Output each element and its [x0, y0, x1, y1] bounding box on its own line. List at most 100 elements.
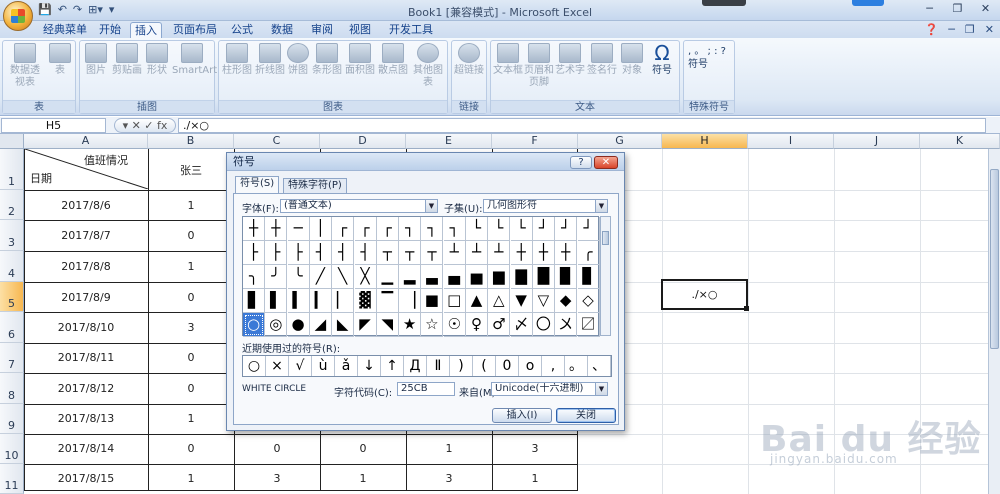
symbol-cell[interactable]: ▽ [532, 289, 555, 313]
symbol-cell[interactable]: ▔ [376, 289, 399, 313]
ribbon-minimize-icon[interactable]: ─ [948, 23, 955, 36]
value-cell[interactable]: 1 [148, 412, 234, 425]
object-button[interactable]: 对象 [619, 43, 645, 77]
bar-chart-button[interactable]: 条形图 [311, 43, 343, 77]
date-cell[interactable]: 2017/8/6 [24, 199, 148, 212]
hyperlink-button[interactable]: 超链接 [454, 43, 484, 77]
symbol-cell[interactable]: ▲ [466, 289, 488, 313]
symbol-cell[interactable]: ├ [243, 241, 265, 265]
help-icon[interactable]: ❓ [925, 23, 939, 36]
row-header[interactable]: 6 [0, 312, 24, 343]
insert-button[interactable]: 插入(I) [492, 408, 552, 423]
recent-symbol-cell[interactable]: ǎ [335, 356, 358, 376]
close-icon[interactable]: ✕ [972, 0, 999, 18]
formula-input[interactable]: ./×○ [178, 118, 986, 133]
row-header[interactable]: 1 [0, 149, 24, 190]
close-button[interactable]: 关闭 [556, 408, 616, 423]
symbol-cell[interactable]: ╯ [265, 265, 288, 289]
recent-symbol-cell[interactable]: ( [473, 356, 496, 376]
tab-page-layout[interactable]: 页面布局 [168, 22, 222, 38]
symbol-cell[interactable]: 〆 [510, 313, 533, 337]
symbol-cell[interactable]: ▇ [510, 265, 533, 289]
symbol-cell[interactable]: ┤ [354, 241, 377, 265]
tab-symbols[interactable]: 符号(S) [235, 176, 280, 193]
symbol-cell[interactable]: △ [488, 289, 511, 313]
symbol-cell[interactable]: ▃ [421, 265, 444, 289]
symbol-cell[interactable]: 〤 [555, 313, 578, 337]
clip-art-button[interactable]: 剪贴画 [111, 43, 143, 77]
symbol-cell[interactable]: ▋ [243, 289, 265, 313]
symbol-cell[interactable]: ┌ [332, 217, 355, 241]
value-cell[interactable]: 3 [148, 321, 234, 334]
symbol-cell[interactable]: ┌ [376, 217, 399, 241]
selected-cell-h5[interactable]: ./×○ [661, 279, 749, 311]
value-cell[interactable]: 1 [320, 472, 406, 485]
recent-symbol-cell[interactable]: ) [450, 356, 473, 376]
column-chart-button[interactable]: 柱形图 [221, 43, 253, 77]
other-charts-button[interactable]: 其他图表 [409, 43, 447, 89]
line-chart-button[interactable]: 折线图 [254, 43, 286, 77]
symbol-cell[interactable]: █ [532, 265, 555, 289]
value-cell[interactable]: 0 [234, 442, 320, 455]
recent-symbol-cell[interactable]: ○ [243, 356, 266, 376]
recent-symbol-cell[interactable]: o [519, 356, 542, 376]
value-cell[interactable]: 0 [148, 351, 234, 364]
symbol-grid-scrollbar[interactable] [600, 216, 611, 336]
symbol-cell[interactable]: ■ [421, 289, 444, 313]
scrollbar-thumb[interactable] [602, 231, 609, 245]
symbol-cell[interactable]: ┼ [265, 217, 288, 241]
date-cell[interactable]: 2017/8/9 [24, 291, 148, 304]
symbol-cell[interactable]: ▍ [287, 289, 310, 313]
symbol-cell[interactable]: └ [510, 217, 533, 241]
wordart-button[interactable]: 艺术字 [555, 43, 585, 77]
symbol-cell[interactable]: ┤ [309, 241, 332, 265]
symbol-cell[interactable]: ╳ [354, 265, 377, 289]
minimize-icon[interactable]: ─ [916, 0, 943, 18]
symbol-cell[interactable]: │ [309, 217, 332, 241]
symbol-cell[interactable]: ♀ [466, 313, 488, 337]
symbol-cell[interactable]: ◣ [332, 313, 355, 337]
symbol-cell[interactable]: ┴ [466, 241, 488, 265]
value-cell[interactable]: 3 [406, 472, 492, 485]
tab-formulas[interactable]: 公式 [226, 22, 258, 38]
recent-symbols-grid[interactable]: ○ × √ ù ǎ ↓ ↑ Д Ⅱ)(0 o,。、 [242, 355, 612, 377]
symbol-cell[interactable]: ├ [287, 241, 310, 265]
date-cell[interactable]: 2017/8/11 [24, 351, 148, 364]
dialog-close-button[interactable]: ✕ [594, 156, 618, 169]
pivot-table-button[interactable]: 数据透视表 [7, 43, 43, 89]
row-header-selected[interactable]: 5 [0, 282, 24, 312]
symbol-cell[interactable]: ☆ [421, 313, 444, 337]
symbol-cell[interactable]: ♂ [488, 313, 511, 337]
date-cell[interactable]: 2017/8/14 [24, 442, 148, 455]
symbol-cell[interactable]: ┼ [243, 217, 265, 241]
symbol-grid[interactable]: ┼ ┼ ─ │ ┌ ┌ ┌ ┐ ┐ ┐ └ └ └ ┘ ┘ ┘ ├ ├ ├ ┤ ┤ ┤ ┬ ┬ ┬ ┴ ┴ ┴ ┼ ┼ ┼ ╭ ╮ ╯ ╰ ╱ ╲ ╳ ▁ ▂… [242, 216, 600, 337]
column-header[interactable]: B [148, 134, 234, 149]
area-chart-button[interactable]: 面积图 [344, 43, 376, 77]
symbol-cell[interactable]: 〼 [577, 313, 600, 337]
value-cell[interactable]: 0 [148, 229, 234, 242]
symbol-cell[interactable]: ☉ [443, 313, 466, 337]
symbol-cell[interactable]: ▼ [510, 289, 533, 313]
row-header[interactable]: 7 [0, 343, 24, 373]
symbol-cell[interactable]: ◢ [309, 313, 332, 337]
symbol-cell[interactable]: ★ [399, 313, 422, 337]
vertical-scrollbar[interactable] [988, 149, 1000, 494]
symbol-cell[interactable]: ─ [287, 217, 310, 241]
symbol-cell[interactable]: ▆ [488, 265, 511, 289]
symbol-cell[interactable]: ┐ [421, 217, 444, 241]
tab-classic-menu[interactable]: 经典菜单 [38, 22, 92, 38]
recent-symbol-cell[interactable]: 、 [588, 356, 611, 376]
symbol-cell[interactable]: ◇ [577, 289, 600, 313]
pie-chart-button[interactable]: 饼图 [287, 43, 309, 77]
text-box-button[interactable]: 文本框 [493, 43, 523, 77]
symbol-cell[interactable]: ▓ [354, 289, 377, 313]
symbol-button[interactable]: Ω 符号 [648, 43, 676, 77]
symbol-cell[interactable]: ╭ [577, 241, 600, 265]
shapes-button[interactable]: 形状 [145, 43, 169, 77]
recent-symbol-cell[interactable]: × [266, 356, 289, 376]
symbol-cell[interactable]: ● [287, 313, 310, 337]
symbol-cell[interactable]: ▄ [443, 265, 466, 289]
office-button[interactable] [3, 1, 33, 31]
symbol-cell[interactable]: ▉ [555, 265, 578, 289]
symbol-cell[interactable]: ◥ [376, 313, 399, 337]
